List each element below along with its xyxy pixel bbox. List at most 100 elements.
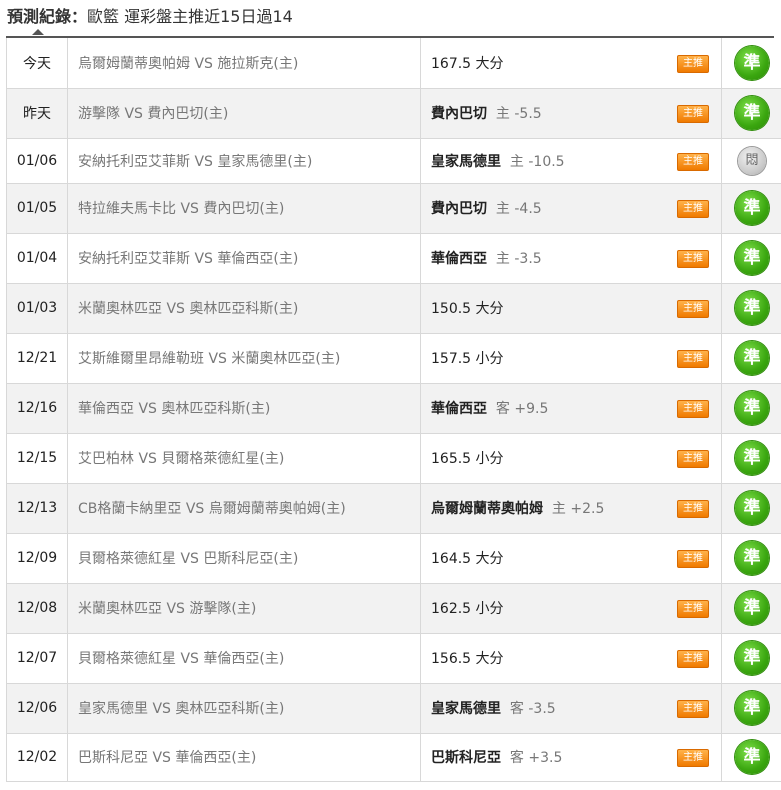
pick-line: 主 -5.5 bbox=[495, 106, 542, 122]
row-result: 準 bbox=[721, 433, 781, 484]
win-result-icon: 準 bbox=[735, 491, 769, 525]
table-row[interactable]: 01/05 特拉維夫馬卡比 VS 費內巴切(主) 費內巴切 主 -4.5 主推 準 bbox=[6, 183, 781, 234]
row-result: 悶 bbox=[721, 138, 781, 184]
main-pick-badge: 主推 bbox=[677, 105, 709, 123]
table-row[interactable]: 12/16 華倫西亞 VS 奧林匹亞科斯(主) 華倫西亞 客 +9.5 主推 準 bbox=[6, 383, 781, 434]
table-row[interactable]: 今天 烏爾姆蘭蒂奧帕姆 VS 施拉斯克(主) 167.5 大分 主推 準 bbox=[6, 38, 781, 89]
row-date: 12/02 bbox=[6, 733, 68, 782]
row-pick: 150.5 大分 主推 bbox=[420, 283, 722, 334]
win-result-icon: 準 bbox=[735, 591, 769, 625]
row-pick: 華倫西亞 主 -3.5 主推 bbox=[420, 233, 722, 284]
win-result-icon: 準 bbox=[735, 341, 769, 375]
main-pick-badge: 主推 bbox=[677, 700, 709, 718]
row-match[interactable]: 貝爾格萊德紅星 VS 華倫西亞(主) bbox=[67, 633, 421, 684]
row-pick: 164.5 大分 主推 bbox=[420, 533, 722, 584]
win-result-icon: 準 bbox=[735, 691, 769, 725]
row-match[interactable]: 安納托利亞艾菲斯 VS 華倫西亞(主) bbox=[67, 233, 421, 284]
pick-line: 主 -3.5 bbox=[495, 251, 542, 267]
pick-team: 皇家馬德里 bbox=[431, 153, 501, 170]
pick-total: 164.5 大分 bbox=[431, 551, 504, 567]
table-row[interactable]: 12/09 貝爾格萊德紅星 VS 巴斯科尼亞(主) 164.5 大分 主推 準 bbox=[6, 533, 781, 584]
row-pick: 費內巴切 主 -5.5 主推 bbox=[420, 88, 722, 139]
row-result: 準 bbox=[721, 38, 781, 89]
main-pick-badge: 主推 bbox=[677, 450, 709, 468]
win-result-icon: 準 bbox=[735, 641, 769, 675]
main-pick-badge: 主推 bbox=[677, 600, 709, 618]
header-label: 預測紀錄： bbox=[7, 7, 88, 26]
row-date: 01/04 bbox=[6, 233, 68, 284]
row-match[interactable]: 華倫西亞 VS 奧林匹亞科斯(主) bbox=[67, 383, 421, 434]
win-result-icon: 準 bbox=[735, 191, 769, 225]
row-match[interactable]: 米蘭奧林匹亞 VS 游擊隊(主) bbox=[67, 583, 421, 634]
win-result-icon: 準 bbox=[735, 241, 769, 275]
row-date: 01/03 bbox=[6, 283, 68, 334]
tab-pointer-icon bbox=[32, 29, 44, 35]
row-match[interactable]: 烏爾姆蘭蒂奧帕姆 VS 施拉斯克(主) bbox=[67, 38, 421, 89]
row-result: 準 bbox=[721, 88, 781, 139]
row-match[interactable]: 特拉維夫馬卡比 VS 費內巴切(主) bbox=[67, 183, 421, 234]
row-match[interactable]: 巴斯科尼亞 VS 華倫西亞(主) bbox=[67, 733, 421, 782]
header-text: 歐籃 運彩盤主推近15日過14 bbox=[87, 7, 293, 26]
row-match[interactable]: 皇家馬德里 VS 奧林匹亞科斯(主) bbox=[67, 683, 421, 734]
row-pick: 皇家馬德里 客 -3.5 主推 bbox=[420, 683, 722, 734]
row-match[interactable]: 安納托利亞艾菲斯 VS 皇家馬德里(主) bbox=[67, 138, 421, 184]
pick-total: 157.5 小分 bbox=[431, 351, 504, 367]
win-result-icon: 準 bbox=[735, 45, 769, 80]
pick-team: 巴斯科尼亞 bbox=[431, 750, 501, 766]
row-result: 準 bbox=[721, 483, 781, 534]
pick-team: 費內巴切 bbox=[431, 106, 487, 122]
table-row[interactable]: 01/04 安納托利亞艾菲斯 VS 華倫西亞(主) 華倫西亞 主 -3.5 主推 準 bbox=[6, 233, 781, 284]
row-match[interactable]: 游擊隊 VS 費內巴切(主) bbox=[67, 88, 421, 139]
row-result: 準 bbox=[721, 733, 781, 782]
row-match[interactable]: 米蘭奧林匹亞 VS 奧林匹亞科斯(主) bbox=[67, 283, 421, 334]
prediction-table-wrap: 今天 烏爾姆蘭蒂奧帕姆 VS 施拉斯克(主) 167.5 大分 主推準昨天 游擊隊 VS… bbox=[6, 29, 781, 782]
main-pick-badge: 主推 bbox=[677, 650, 709, 668]
row-match[interactable]: CB格蘭卡納里亞 VS 烏爾姆蘭蒂奧帕姆(主) bbox=[67, 483, 421, 534]
table-row[interactable]: 12/06 皇家馬德里 VS 奧林匹亞科斯(主) 皇家馬德里 客 -3.5 主推 準 bbox=[6, 683, 781, 734]
row-pick: 156.5 大分 主推 bbox=[420, 633, 722, 684]
table-row[interactable]: 12/08 米蘭奧林匹亞 VS 游擊隊(主) 162.5 小分 主推 準 bbox=[6, 583, 781, 634]
table-row[interactable]: 昨天 游擊隊 VS 費內巴切(主) 費內巴切 主 -5.5 主推 準 bbox=[6, 88, 781, 139]
table-row[interactable]: 12/13 CB格蘭卡納里亞 VS 烏爾姆蘭蒂奧帕姆(主) 烏爾姆蘭蒂奧帕姆 主 +… bbox=[6, 483, 781, 534]
pick-line: 主 -4.5 bbox=[495, 201, 542, 217]
push-result-icon: 悶 bbox=[738, 146, 766, 175]
pick-line: 客 +3.5 bbox=[509, 750, 563, 766]
prediction-table-body: 今天 烏爾姆蘭蒂奧帕姆 VS 施拉斯克(主) 167.5 大分 主推準昨天 游擊隊 VS… bbox=[6, 38, 781, 782]
pick-total: 165.5 小分 bbox=[431, 451, 504, 467]
row-result: 準 bbox=[721, 283, 781, 334]
pick-line: 客 +9.5 bbox=[495, 401, 549, 417]
row-match[interactable]: 貝爾格萊德紅星 VS 巴斯科尼亞(主) bbox=[67, 533, 421, 584]
win-result-icon: 準 bbox=[735, 441, 769, 475]
row-date: 12/07 bbox=[6, 633, 68, 684]
pick-line: 客 -3.5 bbox=[509, 701, 556, 717]
main-pick-badge: 主推 bbox=[677, 550, 709, 568]
table-row[interactable]: 01/06 安納托利亞艾菲斯 VS 皇家馬德里(主) 皇家馬德里 主 -10.5 主推… bbox=[6, 138, 781, 184]
row-match[interactable]: 艾巴柏林 VS 貝爾格萊德紅星(主) bbox=[67, 433, 421, 484]
table-row[interactable]: 12/07 貝爾格萊德紅星 VS 華倫西亞(主) 156.5 大分 主推 準 bbox=[6, 633, 781, 684]
main-pick-badge: 主推 bbox=[677, 749, 709, 767]
table-row[interactable]: 12/02 巴斯科尼亞 VS 華倫西亞(主) 巴斯科尼亞 客 +3.5 主推 準 bbox=[6, 733, 781, 782]
table-row[interactable]: 12/15 艾巴柏林 VS 貝爾格萊德紅星(主) 165.5 小分 主推 準 bbox=[6, 433, 781, 484]
pick-team: 華倫西亞 bbox=[431, 401, 487, 417]
main-pick-badge: 主推 bbox=[677, 300, 709, 318]
pick-line: 主 -10.5 bbox=[509, 153, 565, 170]
win-result-icon: 準 bbox=[735, 391, 769, 425]
prediction-table: 今天 烏爾姆蘭蒂奧帕姆 VS 施拉斯克(主) 167.5 大分 主推準昨天 游擊隊 VS… bbox=[6, 38, 781, 782]
row-pick: 華倫西亞 客 +9.5 主推 bbox=[420, 383, 722, 434]
row-match[interactable]: 艾斯維爾里昂維勒班 VS 米蘭奧林匹亞(主) bbox=[67, 333, 421, 384]
row-date: 01/06 bbox=[6, 138, 68, 184]
main-pick-badge: 主推 bbox=[677, 54, 709, 73]
main-pick-badge: 主推 bbox=[677, 152, 709, 171]
row-result: 準 bbox=[721, 233, 781, 284]
row-date: 12/09 bbox=[6, 533, 68, 584]
row-pick: 165.5 小分 主推 bbox=[420, 433, 722, 484]
row-date: 12/15 bbox=[6, 433, 68, 484]
row-result: 準 bbox=[721, 683, 781, 734]
row-date: 12/21 bbox=[6, 333, 68, 384]
table-row[interactable]: 01/03 米蘭奧林匹亞 VS 奧林匹亞科斯(主) 150.5 大分 主推 準 bbox=[6, 283, 781, 334]
pick-total: 162.5 小分 bbox=[431, 601, 504, 617]
row-result: 準 bbox=[721, 183, 781, 234]
row-result: 準 bbox=[721, 583, 781, 634]
page-header: 預測紀錄：歐籃 運彩盤主推近15日過14 bbox=[0, 0, 781, 36]
table-row[interactable]: 12/21 艾斯維爾里昂維勒班 VS 米蘭奧林匹亞(主) 157.5 小分 主推 準 bbox=[6, 333, 781, 384]
